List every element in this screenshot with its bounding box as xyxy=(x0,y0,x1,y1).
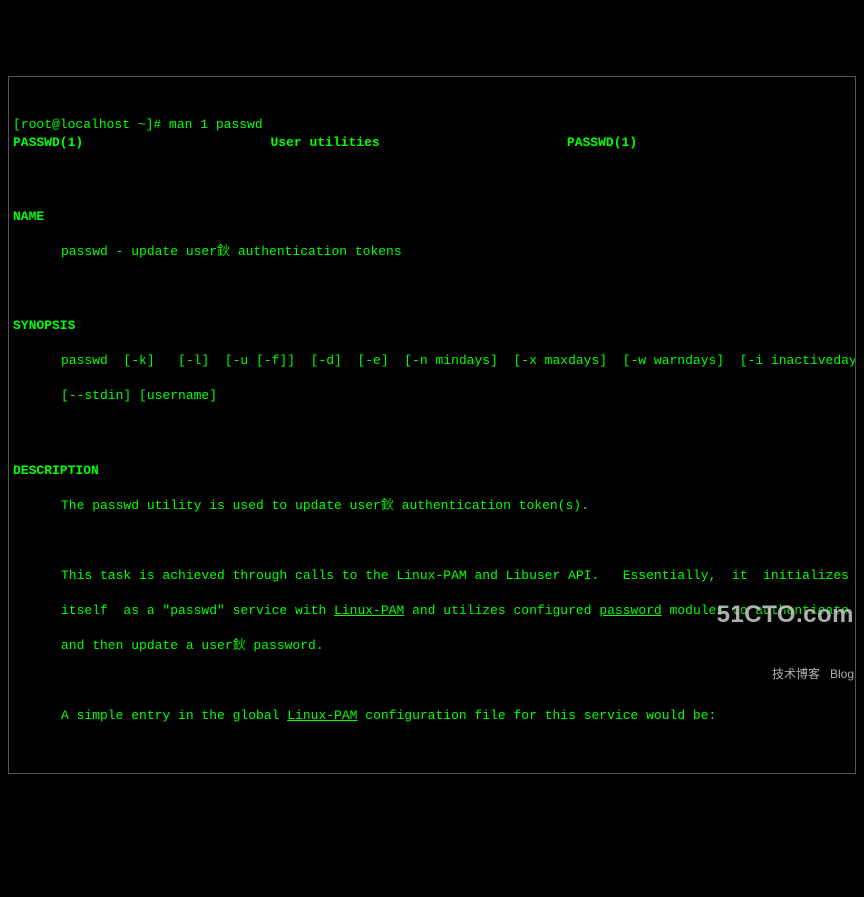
terminal-window[interactable]: [root@localhost ~]# man 1 passwd PASSWD(… xyxy=(8,76,856,774)
underline-password: password xyxy=(599,603,661,618)
terminal-content: [root@localhost ~]# man 1 passwd PASSWD(… xyxy=(13,99,851,774)
man-header-line: PASSWD(1) User utilities PASSWD(1) xyxy=(13,134,851,152)
shell-prompt: [root@localhost ~]# man 1 passwd xyxy=(13,117,263,132)
synopsis-line2: [--stdin] [username] xyxy=(13,387,851,405)
name-line: passwd - update user鈥 authentication tok… xyxy=(13,243,851,261)
underline-linux-pam: Linux-PAM xyxy=(334,603,404,618)
header-center: User utilities xyxy=(270,135,379,150)
desc-para2c: and then update a user鈥 password. xyxy=(13,637,851,655)
header-left: PASSWD(1) xyxy=(13,135,83,150)
underline-linux-pam2: Linux-PAM xyxy=(287,708,357,723)
header-right: PASSWD(1) xyxy=(567,135,637,150)
section-description-heading: DESCRIPTION xyxy=(13,462,851,480)
synopsis-line1: passwd [-k] [-l] [-u [-f]] [-d] [-e] [-n… xyxy=(13,352,851,370)
section-synopsis-heading: SYNOPSIS xyxy=(13,317,851,335)
desc-para1: The passwd utility is used to update use… xyxy=(13,497,851,515)
desc-para2b: itself as a "passwd" service with Linux-… xyxy=(13,602,851,620)
desc-para2a: This task is achieved through calls to t… xyxy=(13,567,851,585)
section-name-heading: NAME xyxy=(13,208,851,226)
